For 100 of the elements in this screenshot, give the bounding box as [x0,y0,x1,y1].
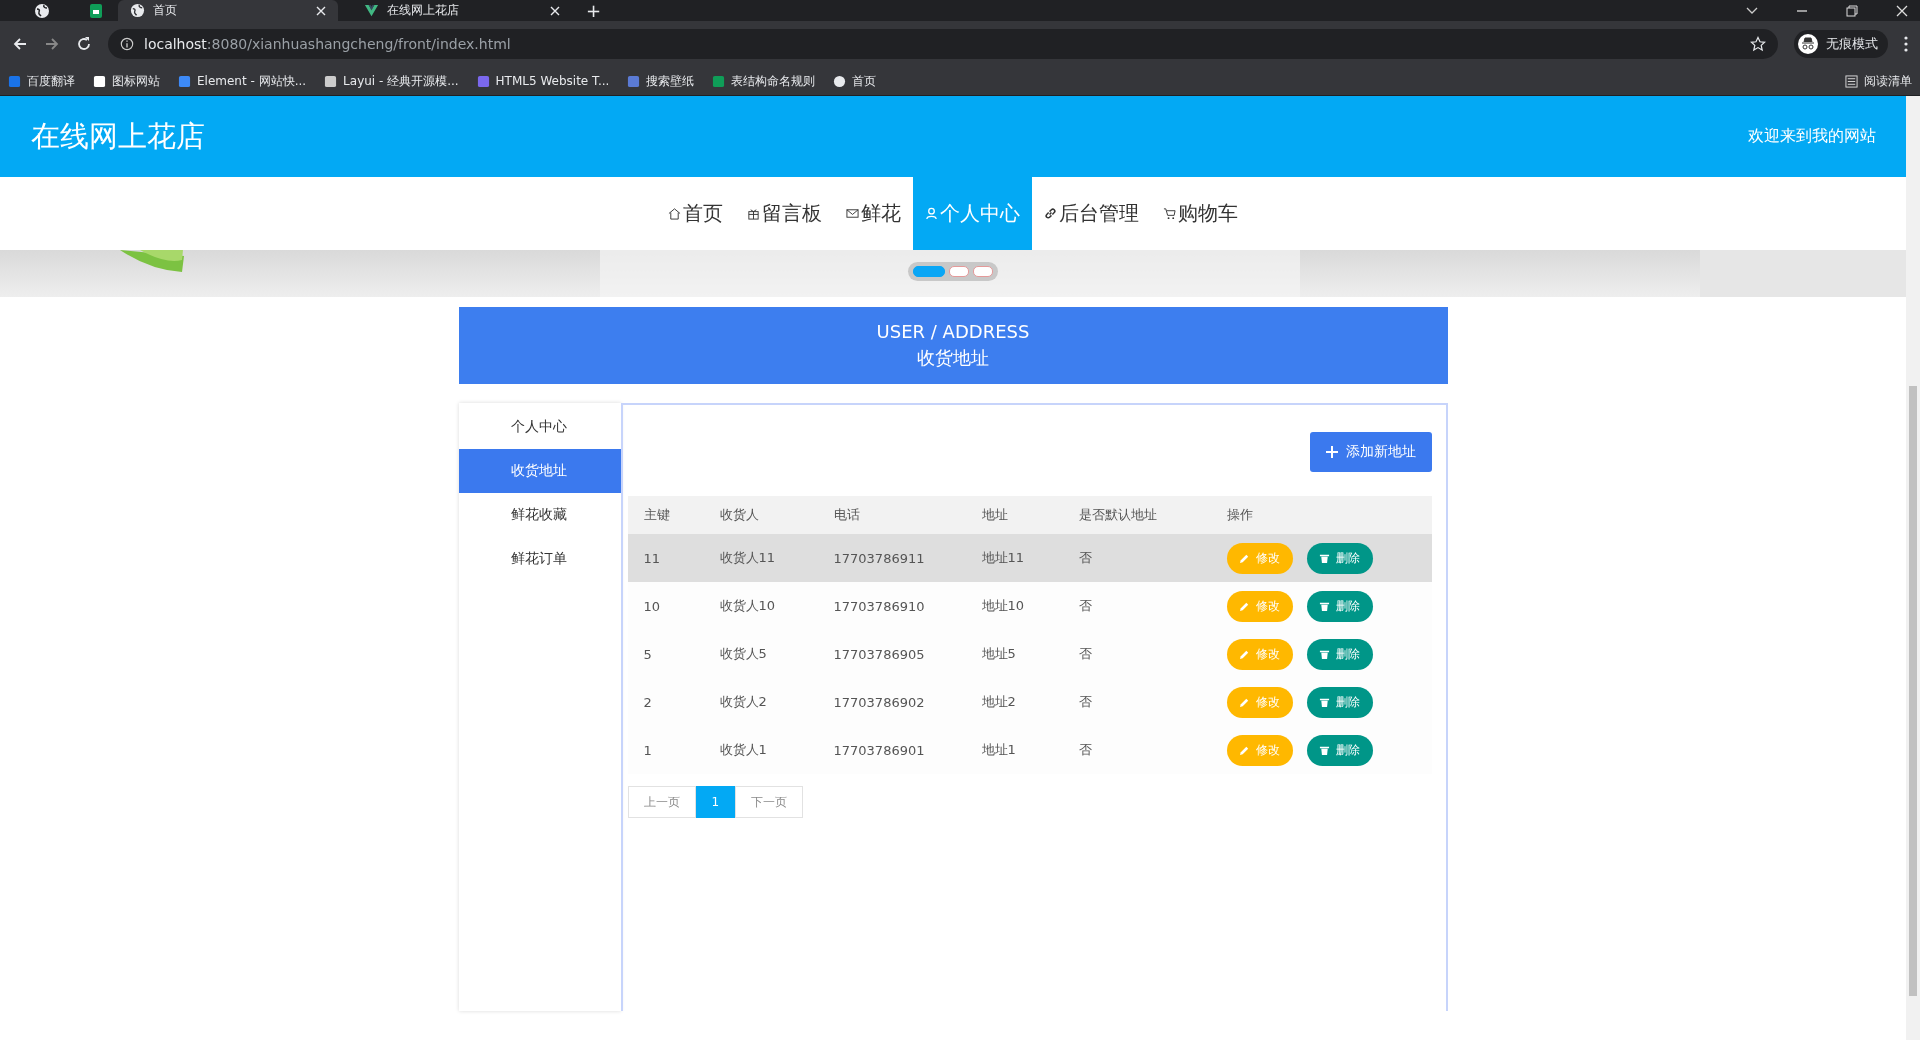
table-cell: 17703786902 [833,694,925,710]
table-cell: 收货人2 [719,693,767,711]
delete-button[interactable]: 删除 [1306,686,1373,718]
column-header: 电话 [833,506,860,524]
trash-icon [1319,744,1330,756]
trash-icon [1319,552,1330,564]
gift-icon [747,207,760,220]
delete-button[interactable]: 删除 [1306,734,1373,766]
table-cell: 17703786901 [833,742,925,758]
browser-tab[interactable]: 在线网上花店 [352,0,572,21]
nav-item[interactable]: 首页 [656,177,735,250]
table-cell: 11 [643,550,661,566]
delete-button[interactable]: 删除 [1306,542,1373,574]
table-cell: 收货人11 [719,549,776,567]
bookmark[interactable]: 百度翻译 [8,72,75,90]
forward-icon[interactable] [44,36,60,52]
table-cell: 收货人1 [719,741,767,759]
sidebar-item[interactable]: 鲜花收藏 [458,493,621,537]
user-icon [925,207,938,220]
bookmark[interactable]: Element - 网站快... [178,72,307,90]
column-header: 操作 [1226,506,1253,524]
add-address-button[interactable]: 添加新地址 [1309,431,1432,472]
star-icon[interactable] [1750,36,1766,52]
table-cell: 地址1 [981,741,1016,759]
bookmark[interactable]: 表结构命名规则 [712,72,816,90]
spreadsheet-icon[interactable] [88,2,104,19]
nav-item[interactable]: 后台管理 [1032,177,1151,250]
bookmark[interactable]: 首页 [833,72,877,90]
table-cell: 1 [643,742,652,758]
mail-icon [846,207,859,220]
incognito-button[interactable]: 无痕模式 [1794,30,1888,58]
home-icon [668,207,681,220]
next-page-button[interactable]: 下一页 [735,786,804,818]
table-cell: 否 [1078,741,1092,759]
pencil-icon [1239,696,1250,708]
delete-button[interactable]: 删除 [1306,638,1373,670]
v-logo-icon [364,3,379,18]
globe-icon [130,3,145,18]
bookmark[interactable]: 搜索壁纸 [627,72,695,90]
pencil-icon [1239,552,1250,564]
prev-page-button[interactable]: 上一页 [627,786,696,818]
restore-icon[interactable] [1846,4,1858,17]
bookmark[interactable]: 图标网站 [93,72,160,90]
table-cell: 地址2 [981,693,1016,711]
column-header: 收货人 [719,506,759,524]
new-tab-button[interactable]: + [586,0,602,21]
column-header: 主键 [643,506,670,524]
table-cell: 10 [643,598,661,614]
table-row[interactable]: 11 收货人11 17703786911 地址11 否 修改 删除 [627,534,1432,582]
reload-icon[interactable] [76,36,92,52]
table-cell: 否 [1078,549,1092,567]
trash-icon [1319,696,1330,708]
nav-item[interactable]: 留言板 [735,177,834,250]
table-cell: 否 [1078,597,1092,615]
nav-item[interactable]: 购物车 [1151,177,1250,250]
table-cell: 5 [643,646,652,662]
tab-title: 首页 [153,2,178,19]
trash-icon [1319,648,1330,660]
reading-list-button[interactable]: 阅读清单 [1845,72,1912,90]
nav-item[interactable]: 鲜花 [834,177,913,250]
tab-title: 在线网上花店 [387,2,460,19]
table-cell: 2 [643,694,652,710]
banner-title: 收货地址 [917,346,989,370]
column-header: 地址 [981,506,1008,524]
chevron-down-icon[interactable] [1746,6,1758,15]
table-cell: 17703786910 [833,598,925,614]
welcome-text: 欢迎来到我的网站 [1748,126,1876,147]
more-icon[interactable] [1904,36,1908,52]
close-icon[interactable] [550,5,560,16]
bookmark[interactable]: HTML5 Website T... [476,74,610,88]
list-icon [1845,74,1858,88]
sidebar-item[interactable]: 收货地址 [458,449,621,493]
table-cell: 地址11 [981,549,1025,567]
column-header: 是否默认地址 [1078,506,1157,524]
globe-icon[interactable] [34,2,50,19]
bookmark[interactable]: Layui - 经典开源模... [324,72,459,90]
plus-icon [1325,445,1338,458]
delete-button[interactable]: 删除 [1306,590,1373,622]
table-cell: 否 [1078,693,1092,711]
info-icon [120,37,134,51]
address-bar[interactable]: localhost:8080/xianhuashangcheng/front/index.html [108,29,1778,59]
table-cell: 地址5 [981,645,1016,663]
sidebar-item[interactable]: 鲜花订单 [458,537,621,581]
back-icon[interactable] [12,36,28,52]
sidebar-item[interactable]: 个人中心 [458,405,621,449]
close-icon[interactable] [316,5,326,16]
banner-subtitle: USER / ADDRESS [876,321,1030,342]
scrollbar[interactable] [1906,96,1920,1040]
table-cell: 否 [1078,645,1092,663]
table-cell: 收货人10 [719,597,776,615]
incognito-icon [1798,34,1818,54]
cart-icon [1163,207,1176,220]
close-icon[interactable] [1896,4,1908,17]
table-cell: 17703786911 [833,550,925,566]
link-icon [1044,207,1057,220]
pencil-icon [1239,648,1250,660]
pencil-icon [1239,600,1250,612]
table-cell: 17703786905 [833,646,925,662]
browser-tab[interactable]: 首页 [118,0,338,21]
pencil-icon [1239,744,1250,756]
